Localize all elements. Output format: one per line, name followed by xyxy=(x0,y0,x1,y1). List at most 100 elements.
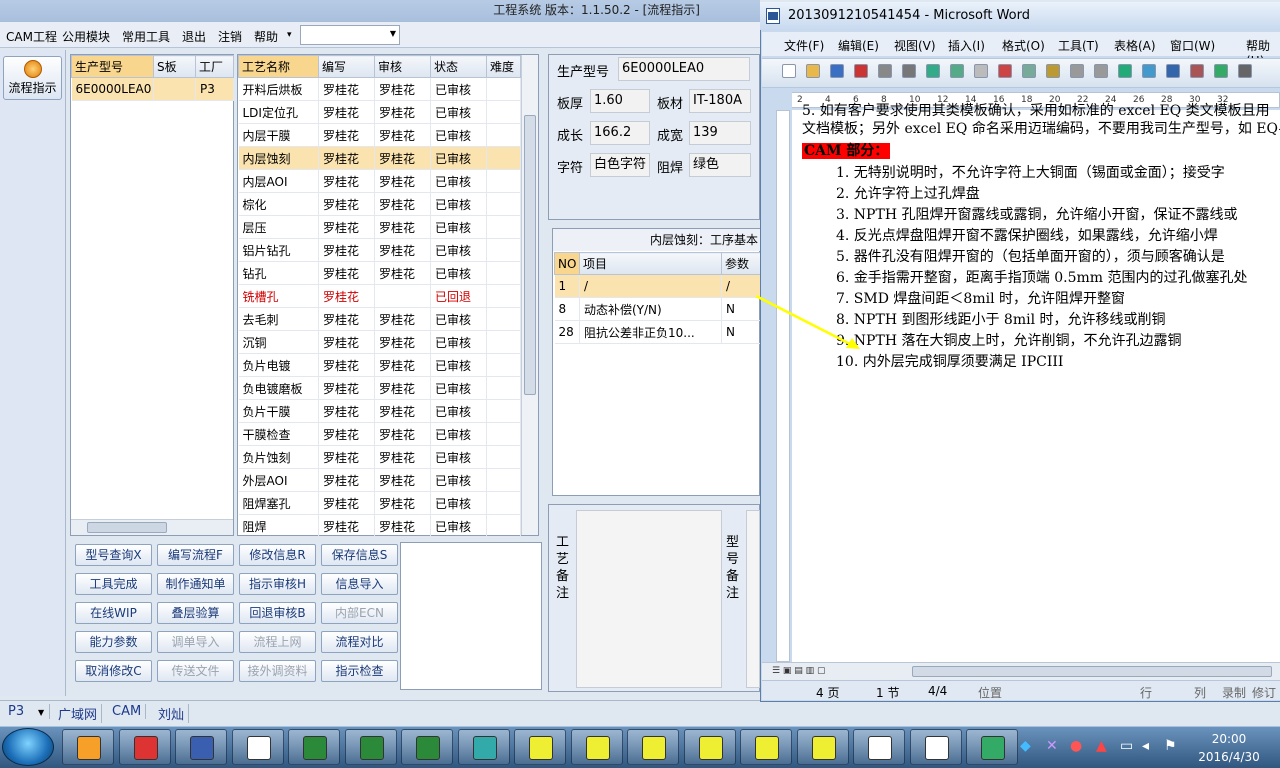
action-button[interactable]: 在线WIP xyxy=(75,602,152,624)
menu-exit[interactable]: 退出 xyxy=(182,28,206,45)
scrollbar-thumb[interactable] xyxy=(87,522,167,533)
process-row[interactable]: 沉铜 罗桂花 罗桂花 已审核 xyxy=(238,330,521,354)
process-row[interactable]: 阻焊塞孔 罗桂花 罗桂花 已审核 xyxy=(238,491,521,515)
action-button[interactable]: 型号查询X xyxy=(75,544,152,566)
col-header-process[interactable]: 工艺名称 xyxy=(238,55,319,78)
width-field[interactable]: 139 xyxy=(689,121,751,145)
taskbar-item[interactable] xyxy=(118,729,171,765)
menu-combo-box[interactable]: ▼ xyxy=(300,25,400,45)
length-field[interactable]: 166.2 xyxy=(590,121,650,145)
word-toolbar-icon[interactable] xyxy=(830,64,844,78)
word-toolbar-icon[interactable] xyxy=(926,64,940,78)
word-toolbar-icon[interactable] xyxy=(878,64,892,78)
process-row[interactable]: 外层AOI 罗桂花 罗桂花 已审核 xyxy=(238,468,521,492)
word-toolbar-icon[interactable] xyxy=(1070,64,1084,78)
process-row[interactable]: 铝片钻孔 罗桂花 罗桂花 已审核 xyxy=(238,238,521,262)
process-table-scrollbar[interactable] xyxy=(521,55,538,535)
col-header-s-board[interactable]: S板 xyxy=(153,55,196,78)
taskbar-item[interactable] xyxy=(288,729,340,765)
tray-red-icon[interactable]: ● xyxy=(1070,738,1082,754)
start-button[interactable] xyxy=(2,728,54,766)
menu-more-icon[interactable]: ▾ xyxy=(287,30,292,40)
col-header-author[interactable]: 编写 xyxy=(318,55,375,78)
taskbar-item[interactable] xyxy=(796,729,849,765)
process-row[interactable]: 棕化 罗桂花 罗桂花 已审核 xyxy=(238,192,521,216)
action-button[interactable]: 传送文件 xyxy=(157,660,234,682)
taskbar-item[interactable] xyxy=(344,729,397,765)
word-toolbar-icon[interactable] xyxy=(854,64,868,78)
process-row[interactable]: 负电镀磨板 罗桂花 罗桂花 已审核 xyxy=(238,376,521,400)
process-row[interactable]: 去毛刺 罗桂花 罗桂花 已审核 xyxy=(238,307,521,331)
action-button[interactable]: 编写流程F xyxy=(157,544,234,566)
product-list-scrollbar[interactable] xyxy=(71,519,233,535)
model-field[interactable]: 6E0000LEA0 xyxy=(618,57,750,81)
col-header-factory[interactable]: 工厂 xyxy=(195,55,234,78)
word-document[interactable]: 5. 如有客户要求使用其类模板确认，采用如标准的 excel EQ 类文模板且用… xyxy=(792,103,1280,662)
taskbar-item[interactable] xyxy=(683,729,736,765)
action-button[interactable]: 内部ECN xyxy=(321,602,398,624)
action-button[interactable]: 制作通知单 xyxy=(157,573,234,595)
flow-instruction-button[interactable]: 流程指示 xyxy=(3,56,62,100)
param-row[interactable]: 1// xyxy=(554,274,761,298)
word-toolbar-icon[interactable] xyxy=(950,64,964,78)
col-header-status[interactable]: 状态 xyxy=(430,55,487,78)
word-menu-item[interactable]: 编辑(E) xyxy=(838,37,879,54)
tray-flag-icon[interactable]: ⚑ xyxy=(1164,738,1177,754)
word-toolbar-icon[interactable] xyxy=(1238,64,1252,78)
param-row[interactable]: 8 动态补偿(Y/N) N xyxy=(554,297,761,321)
taskbar-item[interactable] xyxy=(627,729,679,765)
tray-monitor-icon[interactable]: ▭ xyxy=(1120,738,1133,754)
action-button[interactable]: 指示检查 xyxy=(321,660,398,682)
word-menu-item[interactable]: 插入(I) xyxy=(948,37,985,54)
col-header-difficulty[interactable]: 难度 xyxy=(486,55,521,78)
taskbar-item[interactable] xyxy=(909,729,962,765)
word-revision[interactable]: 修订 xyxy=(1252,684,1276,701)
vertical-ruler[interactable] xyxy=(776,110,790,662)
param-row[interactable]: 28 阻抗公差非正负10... N xyxy=(554,320,761,344)
word-toolbar-icon[interactable] xyxy=(998,64,1012,78)
word-menu-item[interactable]: 工具(T) xyxy=(1058,37,1099,54)
menu-tools[interactable]: 常用工具 xyxy=(122,28,170,45)
col-header-param[interactable]: 参数 xyxy=(721,252,761,275)
action-button[interactable]: 调单导入 xyxy=(157,631,234,653)
word-menu-item[interactable]: 视图(V) xyxy=(894,37,936,54)
menu-help[interactable]: 帮助 xyxy=(254,28,278,45)
process-row[interactable]: 干膜检查 罗桂花 罗桂花 已审核 xyxy=(238,422,521,446)
menu-logout[interactable]: 注销 xyxy=(218,28,242,45)
word-toolbar-icon[interactable] xyxy=(1214,64,1228,78)
menu-cam[interactable]: CAM工程 xyxy=(6,28,57,45)
col-header-item[interactable]: 项目 xyxy=(579,252,722,275)
volume-icon[interactable]: ◂ xyxy=(1142,738,1149,754)
taskbar-item[interactable] xyxy=(853,729,905,765)
word-record[interactable]: 录制 xyxy=(1222,684,1246,701)
word-menu-item[interactable]: 文件(F) xyxy=(784,37,824,54)
word-horizontal-scrollbar[interactable]: ☰ ▣ ▤ ▥ ▢ xyxy=(762,662,1280,680)
word-toolbar-icon[interactable] xyxy=(1190,64,1204,78)
process-row[interactable]: 内层蚀刻 罗桂花 罗桂花 已审核 xyxy=(238,146,521,170)
thickness-field[interactable]: 1.60 xyxy=(590,89,650,113)
col-header-reviewer[interactable]: 审核 xyxy=(374,55,431,78)
text-color-field[interactable]: 白色字符 xyxy=(590,153,650,177)
action-button[interactable]: 接外调资料 xyxy=(239,660,316,682)
material-field[interactable]: IT-180A xyxy=(689,89,751,113)
scrollbar-thumb[interactable] xyxy=(524,115,536,395)
taskbar-item[interactable] xyxy=(62,729,114,765)
view-mode-icons[interactable]: ☰ ▣ ▤ ▥ ▢ xyxy=(772,666,862,677)
word-menu-item[interactable]: 表格(A) xyxy=(1114,37,1156,54)
process-row[interactable]: 阻焊 罗桂花 罗桂花 已审核 xyxy=(238,514,521,538)
action-button[interactable]: 工具完成 xyxy=(75,573,152,595)
process-row[interactable]: 钻孔 罗桂花 罗桂花 已审核 xyxy=(238,261,521,285)
word-menu-item[interactable]: 窗口(W) xyxy=(1170,37,1215,54)
action-button[interactable]: 回退审核B xyxy=(239,602,316,624)
word-toolbar-icon[interactable] xyxy=(806,64,820,78)
taskbar-item[interactable] xyxy=(514,729,566,765)
action-button[interactable]: 叠层验算 xyxy=(157,602,234,624)
action-button[interactable]: 修改信息R xyxy=(239,544,316,566)
menu-common-modules[interactable]: 公用模块 xyxy=(62,28,110,45)
tray-app-icon[interactable]: ✕ xyxy=(1046,738,1058,754)
word-toolbar-icon[interactable] xyxy=(974,64,988,78)
taskbar-item[interactable] xyxy=(401,729,453,765)
process-row[interactable]: LDI定位孔 罗桂花 罗桂花 已审核 xyxy=(238,100,521,124)
taskbar-item[interactable] xyxy=(175,729,227,765)
word-toolbar-icon[interactable] xyxy=(1046,64,1060,78)
